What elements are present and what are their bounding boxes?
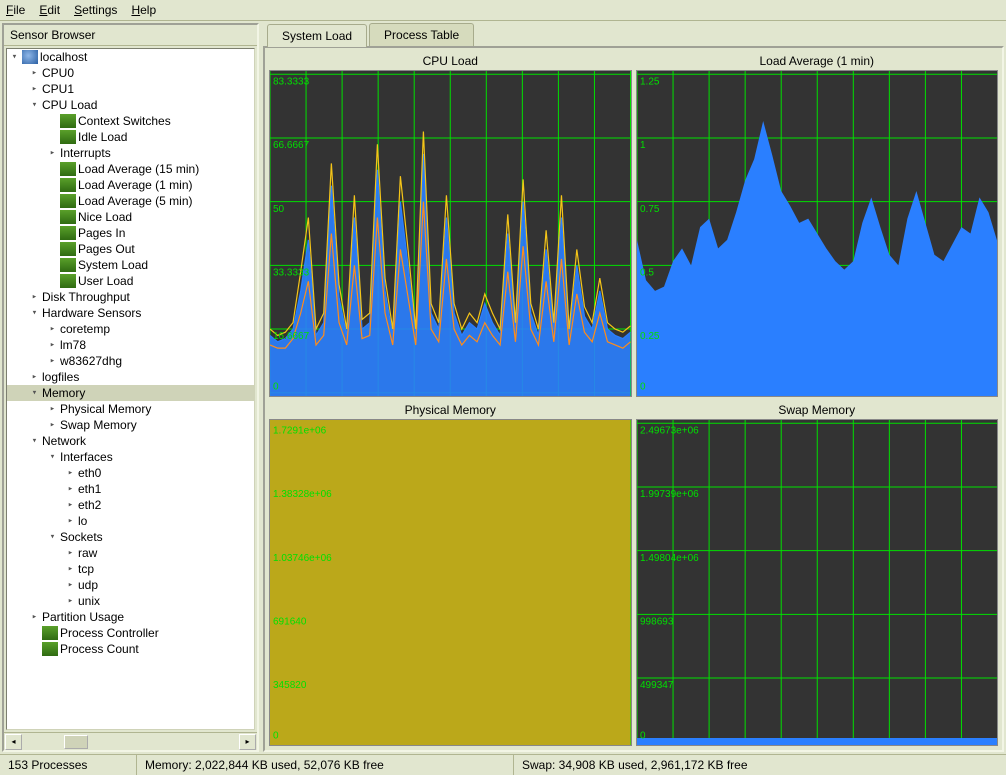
tree-node[interactable]: ▸eth2 bbox=[7, 497, 254, 513]
svg-text:1.25: 1.25 bbox=[640, 76, 660, 87]
tree-node[interactable]: ▸Partition Usage bbox=[7, 609, 254, 625]
svg-text:1.7291e+06: 1.7291e+06 bbox=[273, 425, 327, 436]
svg-text:33.3333: 33.3333 bbox=[273, 267, 310, 278]
tree-node-host[interactable]: ▾ localhost bbox=[7, 49, 254, 65]
scroll-thumb[interactable] bbox=[64, 735, 88, 749]
svg-text:1.99739e+06: 1.99739e+06 bbox=[640, 489, 699, 500]
tree-node[interactable]: Process Count bbox=[7, 641, 254, 657]
svg-text:0: 0 bbox=[640, 382, 646, 393]
sensor-browser: Sensor Browser ▾ localhost▸CPU0▸CPU1▾CPU… bbox=[2, 23, 259, 752]
menubar: File Edit Settings Help bbox=[0, 0, 1006, 21]
svg-text:0: 0 bbox=[273, 731, 279, 742]
tab-system-load[interactable]: System Load bbox=[267, 24, 367, 47]
svg-text:1.03746e+06: 1.03746e+06 bbox=[273, 553, 332, 564]
svg-text:0.25: 0.25 bbox=[640, 331, 660, 342]
tree-node[interactable]: Nice Load bbox=[7, 209, 254, 225]
chart-canvas: 1.7291e+06 1.38328e+06 1.03746e+06 691640 34… bbox=[269, 419, 632, 746]
main-area: System Load Process Table CPU Load 83.33… bbox=[263, 23, 1004, 752]
svg-text:499347: 499347 bbox=[640, 680, 674, 691]
chart-panel: CPU Load 83.333366.66675033.333316.66670… bbox=[263, 46, 1004, 752]
sensor-tree[interactable]: ▾ localhost▸CPU0▸CPU1▾CPU Load Context S… bbox=[6, 48, 255, 730]
svg-text:1.38328e+06: 1.38328e+06 bbox=[273, 489, 332, 500]
tree-node[interactable]: ▸Physical Memory bbox=[7, 401, 254, 417]
tree-node[interactable]: ▸eth1 bbox=[7, 481, 254, 497]
tree-node[interactable]: ▸tcp bbox=[7, 561, 254, 577]
menu-settings[interactable]: Settings bbox=[74, 3, 117, 17]
tree-node[interactable]: ▸Interrupts bbox=[7, 145, 254, 161]
chart-canvas: 83.3333 66.6667 50 33.3333 16.6667 0 bbox=[269, 70, 632, 397]
chart-physical-memory: Physical Memory 1.7291e+061.38328e+061.0… bbox=[269, 401, 632, 746]
tree-node[interactable]: ▾Interfaces bbox=[7, 449, 254, 465]
chart-swap-memory: Swap Memory 2.49673e+061.99739e+061.4980… bbox=[636, 401, 999, 746]
status-bar: 153 Processes Memory: 2,022,844 KB used,… bbox=[0, 754, 1006, 775]
scroll-right-icon[interactable]: ▸ bbox=[239, 734, 256, 750]
svg-text:1.49804e+06: 1.49804e+06 bbox=[640, 553, 699, 564]
chart-load-avg: Load Average (1 min) 1.2510.750.50.250 bbox=[636, 52, 999, 397]
tree-node[interactable]: ▾Hardware Sensors bbox=[7, 305, 254, 321]
chart-canvas: 2.49673e+06 1.99739e+06 1.49804e+06 998693 4… bbox=[636, 419, 999, 746]
tree-node[interactable]: ▸unix bbox=[7, 593, 254, 609]
menu-edit[interactable]: Edit bbox=[39, 3, 60, 17]
tree-node[interactable]: Pages In bbox=[7, 225, 254, 241]
tree-node[interactable]: ▸Swap Memory bbox=[7, 417, 254, 433]
chart-cpu-load: CPU Load 83.333366.66675033.333316.66670 bbox=[269, 52, 632, 397]
sidebar-title: Sensor Browser bbox=[4, 25, 257, 46]
tree-node[interactable]: ▸Disk Throughput bbox=[7, 289, 254, 305]
svg-text:0: 0 bbox=[273, 382, 279, 393]
tree-node[interactable]: ▾Sockets bbox=[7, 529, 254, 545]
tree-node[interactable]: ▸logfiles bbox=[7, 369, 254, 385]
tree-node[interactable]: ▸coretemp bbox=[7, 321, 254, 337]
tab-process-table[interactable]: Process Table bbox=[369, 23, 474, 46]
menu-file[interactable]: File bbox=[6, 3, 25, 17]
svg-text:0: 0 bbox=[640, 731, 646, 742]
svg-text:66.6667: 66.6667 bbox=[273, 140, 310, 151]
tree-node[interactable]: User Load bbox=[7, 273, 254, 289]
scroll-left-icon[interactable]: ◂ bbox=[5, 734, 22, 750]
tree-node[interactable]: ▾Network bbox=[7, 433, 254, 449]
menu-help[interactable]: Help bbox=[131, 3, 156, 17]
tree-node[interactable]: Process Controller bbox=[7, 625, 254, 641]
svg-text:345820: 345820 bbox=[273, 680, 307, 691]
tree-node[interactable]: System Load bbox=[7, 257, 254, 273]
horizontal-scrollbar[interactable]: ◂ ▸ bbox=[4, 732, 257, 750]
tree-node[interactable]: ▾CPU Load bbox=[7, 97, 254, 113]
svg-text:998693: 998693 bbox=[640, 616, 674, 627]
tree-node[interactable]: ▸udp bbox=[7, 577, 254, 593]
tree-node[interactable]: Pages Out bbox=[7, 241, 254, 257]
tree-node[interactable]: ▸raw bbox=[7, 545, 254, 561]
tree-node[interactable]: ▸eth0 bbox=[7, 465, 254, 481]
svg-text:0.5: 0.5 bbox=[640, 267, 654, 278]
status-swap: Swap: 34,908 KB used, 2,961,172 KB free bbox=[514, 755, 1006, 775]
tree-node[interactable]: Load Average (1 min) bbox=[7, 177, 254, 193]
svg-text:83.3333: 83.3333 bbox=[273, 76, 310, 87]
tree-node[interactable]: Load Average (5 min) bbox=[7, 193, 254, 209]
svg-text:16.6667: 16.6667 bbox=[273, 331, 310, 342]
tree-node[interactable]: Load Average (15 min) bbox=[7, 161, 254, 177]
tree-node[interactable]: ▸CPU0 bbox=[7, 65, 254, 81]
status-processes: 153 Processes bbox=[0, 755, 137, 775]
tree-node[interactable]: ▸w83627dhg bbox=[7, 353, 254, 369]
status-memory: Memory: 2,022,844 KB used, 52,076 KB fre… bbox=[137, 755, 514, 775]
svg-text:2.49673e+06: 2.49673e+06 bbox=[640, 425, 699, 436]
tab-bar: System Load Process Table bbox=[263, 23, 1004, 46]
svg-text:1: 1 bbox=[640, 140, 646, 151]
chart-canvas: 1.25 1 0.75 0.5 0.25 0 bbox=[636, 70, 999, 397]
svg-text:0.75: 0.75 bbox=[640, 204, 660, 215]
svg-text:691640: 691640 bbox=[273, 616, 307, 627]
svg-text:50: 50 bbox=[273, 204, 285, 215]
tree-node[interactable]: ▸CPU1 bbox=[7, 81, 254, 97]
tree-node[interactable]: ▸lo bbox=[7, 513, 254, 529]
tree-node[interactable]: ▾Memory bbox=[7, 385, 254, 401]
tree-node[interactable]: Idle Load bbox=[7, 129, 254, 145]
tree-node[interactable]: ▸lm78 bbox=[7, 337, 254, 353]
tree-node[interactable]: Context Switches bbox=[7, 113, 254, 129]
